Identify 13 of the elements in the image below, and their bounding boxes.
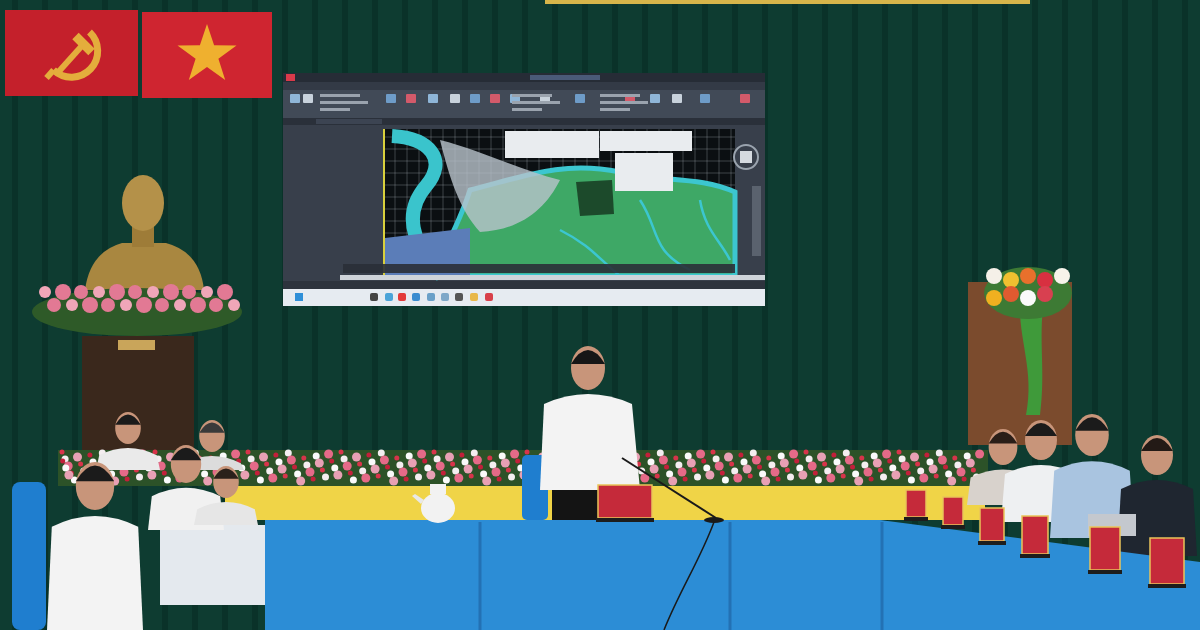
scroll-bar-drawing xyxy=(752,186,761,256)
nameplate xyxy=(596,484,654,522)
star-icon xyxy=(177,24,237,81)
navigation-cube-drawing xyxy=(733,144,759,170)
plaque xyxy=(118,340,155,350)
nameplate xyxy=(904,489,928,521)
nameplate xyxy=(1088,526,1122,574)
nameplate xyxy=(978,507,1006,545)
teapot xyxy=(412,484,455,523)
nameplate xyxy=(1020,515,1050,558)
nameplate xyxy=(1148,537,1186,588)
hammer-sickle-icon xyxy=(44,29,102,81)
nameplate xyxy=(941,496,965,529)
